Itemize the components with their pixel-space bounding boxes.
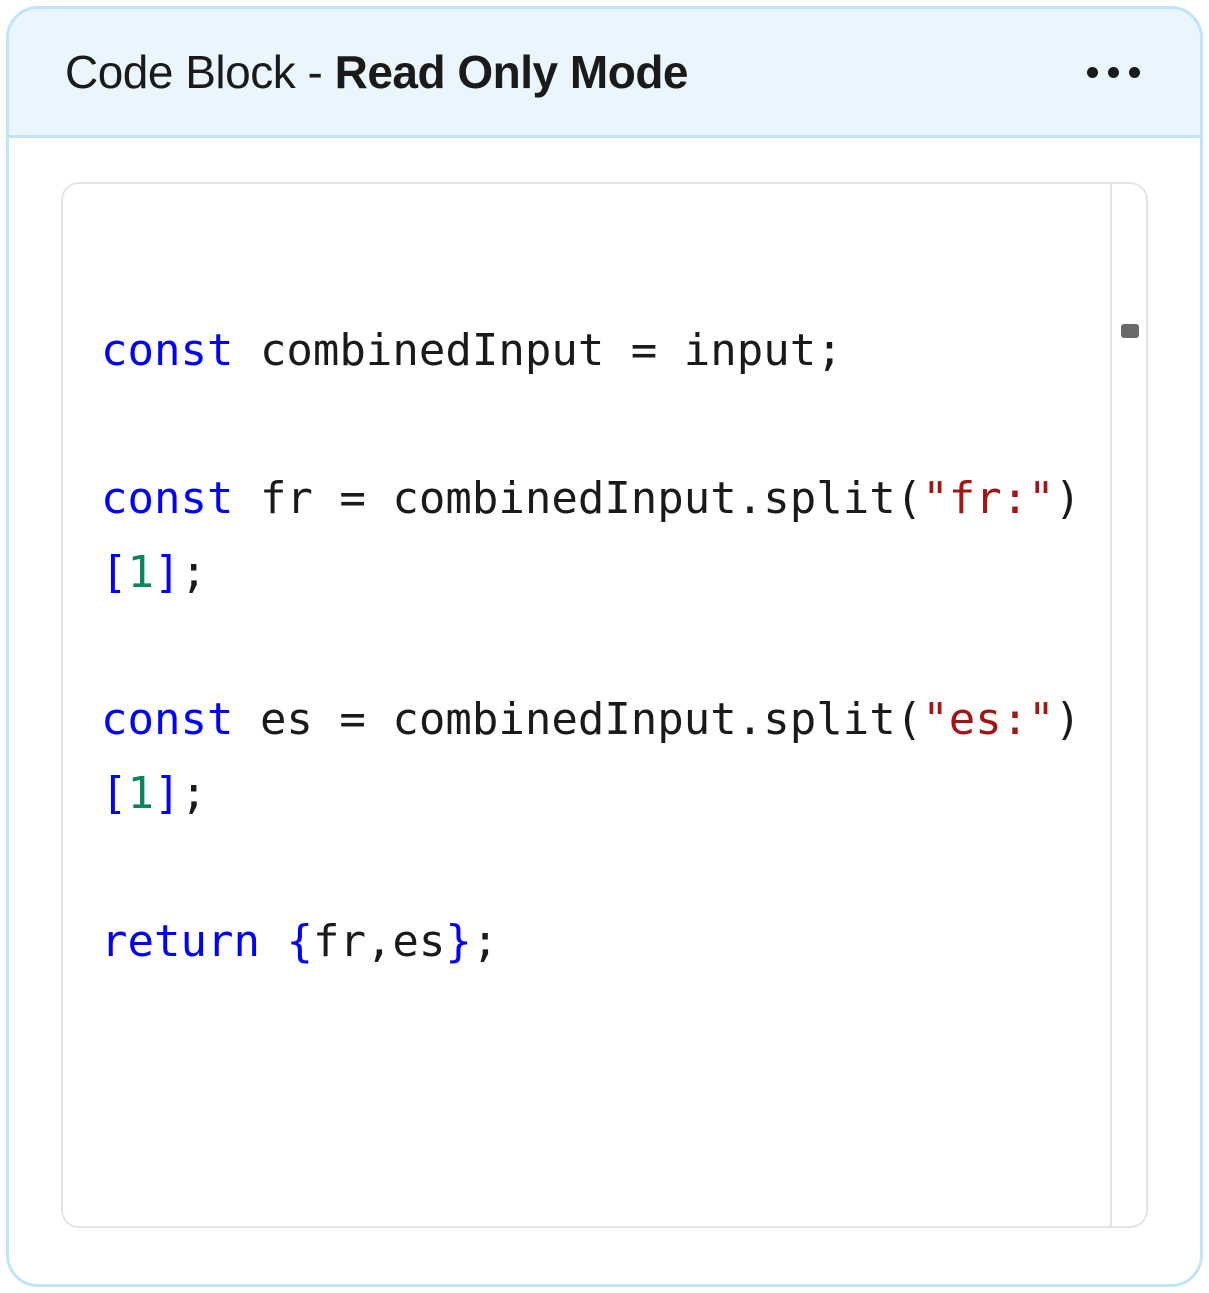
title-prefix: Code Block - [65,46,335,98]
code-token [260,916,287,967]
code-token: ) [1055,694,1082,745]
card-header: Code Block - Read Only Mode [9,9,1200,138]
code-token: } [445,916,472,967]
code-token: [ [101,547,128,598]
code-token: "es:" [922,694,1054,745]
code-token: ; [472,916,499,967]
code-token: ) [1055,473,1082,524]
dots-icon [1129,67,1140,78]
code-token: [ [101,768,128,819]
code-token: const [101,325,233,376]
scrollbar-track[interactable] [1110,184,1146,1226]
card-body: const combinedInput = input; const fr = … [9,138,1200,1284]
code-token: es = combinedInput.split [233,694,895,745]
code-token: "fr:" [922,473,1054,524]
code-token: return [101,916,260,967]
title-mode: Read Only Mode [335,46,688,98]
code-token: ; [181,547,208,598]
dots-icon [1087,67,1098,78]
code-token: ; [181,768,208,819]
card-title: Code Block - Read Only Mode [65,45,688,99]
more-options-button[interactable] [1083,63,1144,82]
code-token: 1 [128,768,155,819]
code-token: fr = combinedInput.split [233,473,895,524]
dots-icon [1108,67,1119,78]
code-token: const [101,694,233,745]
code-token: ] [154,547,181,598]
code-token: const [101,473,233,524]
code-token: { [286,916,313,967]
code-content: const combinedInput = input; const fr = … [63,184,1110,1226]
code-token: ( [896,473,923,524]
code-editor: const combinedInput = input; const fr = … [61,182,1148,1228]
code-token: combinedInput = input; [233,325,842,376]
code-token: 1 [128,547,155,598]
code-token: fr,es [313,916,445,967]
scrollbar-thumb[interactable] [1121,324,1139,338]
code-token: ] [154,768,181,819]
code-token: ( [896,694,923,745]
code-block-card: Code Block - Read Only Mode const combin… [6,6,1203,1287]
